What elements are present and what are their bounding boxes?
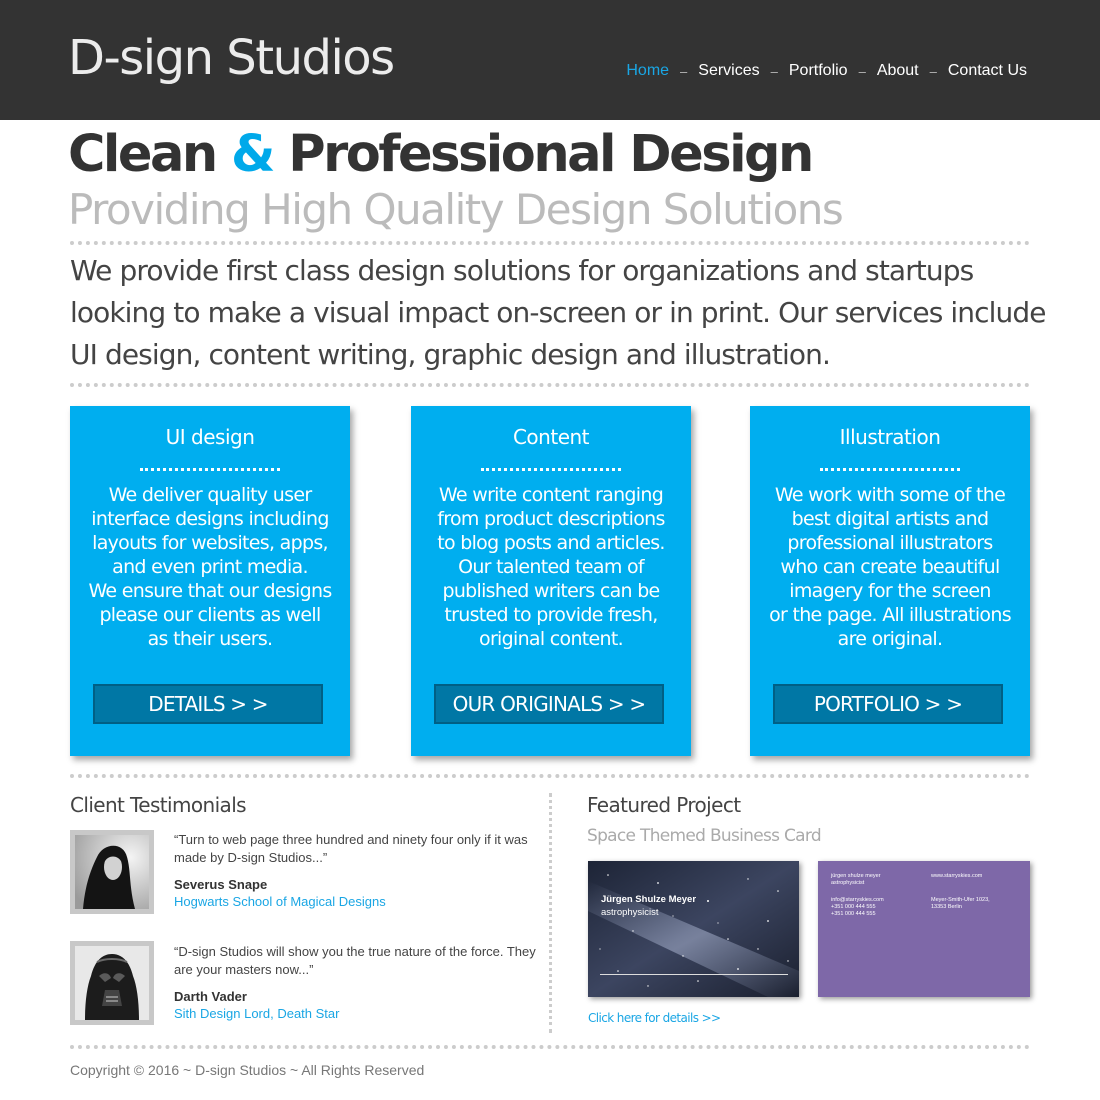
card-line: layouts for websites, apps, (92, 532, 328, 554)
card-line: best digital artists and (791, 508, 989, 530)
our-originals-button[interactable]: OUR ORIGINALS > > (434, 684, 664, 724)
nav-separator: – (858, 63, 866, 79)
card-back-role: astrophysicist (831, 880, 865, 886)
nav-separator: – (770, 63, 778, 79)
card-line: We work with some of the (774, 484, 1006, 506)
card-front-role: astrophysicist (601, 907, 659, 918)
featured-project-title: Featured Project (587, 793, 741, 817)
dotted-divider (70, 774, 1030, 778)
card-line: imagery for the screen (789, 580, 991, 602)
hero-title: Clean & Professional Design (68, 125, 814, 185)
card-description: We deliver quality user interface design… (82, 483, 338, 651)
card-front-name: Jürgen Shulze Meyer (601, 894, 697, 905)
card-line: We write content ranging (438, 484, 664, 506)
testimonial-author: Severus Snape (174, 877, 268, 892)
intro-text: We provide first class design solutions … (70, 250, 1050, 376)
business-card-back[interactable]: jürgen shulze meyer astrophysicist info@… (818, 861, 1030, 997)
testimonial-author: Darth Vader (174, 989, 247, 1004)
portfolio-button[interactable]: PORTFOLIO > > (773, 684, 1003, 724)
main-nav: Home – Services – Portfolio – About – Co… (626, 62, 1027, 80)
project-details-link[interactable]: Click here for details >> (588, 1011, 721, 1025)
card-back-name: jürgen shulze meyer (831, 873, 881, 879)
nav-separator: – (680, 63, 688, 79)
card-divider (820, 468, 960, 471)
nav-about[interactable]: About (877, 62, 919, 80)
card-back-address: Meyer-Smith-Ufer 1023, (931, 897, 990, 903)
dotted-divider (70, 241, 1030, 245)
card-title: Content (512, 425, 590, 449)
card-line: published writers can be (442, 580, 660, 602)
card-line: please our clients as well (99, 604, 321, 626)
hero-title-part2: Professional Design (288, 125, 814, 184)
card-line: We ensure that our designs (88, 580, 332, 602)
intro-line: UI design, content writing, graphic desi… (70, 338, 831, 371)
vertical-divider (549, 793, 552, 1033)
space-background-image (588, 861, 799, 997)
hero-title-ampersand: & (231, 125, 275, 184)
nav-services[interactable]: Services (698, 62, 759, 80)
intro-line: looking to make a visual impact on-scree… (70, 296, 1046, 329)
card-line: We deliver quality user (108, 484, 313, 506)
card-line: Our talented team of (458, 556, 645, 578)
card-line: are original. (837, 628, 943, 650)
card-title: Illustration (839, 425, 941, 449)
business-card-front[interactable]: Jürgen Shulze Meyer astrophysicist (588, 861, 799, 997)
quote-line: “D-sign Studios will show you the true n… (174, 944, 536, 959)
nav-portfolio[interactable]: Portfolio (789, 62, 848, 80)
portrait-image (75, 835, 149, 909)
card-back-phone: +351 000 444 555 (831, 904, 876, 910)
card-line: as their users. (147, 628, 273, 650)
featured-project-subtitle: Space Themed Business Card (587, 826, 822, 846)
card-back-phone: +351 000 444 555 (831, 911, 876, 917)
testimonial-org-link[interactable]: Hogwarts School of Magical Designs (174, 894, 386, 909)
card-line: and even print media. (112, 556, 308, 578)
testimonials-title: Client Testimonials (70, 793, 247, 817)
testimonial-quote: “Turn to web page three hundred and nine… (174, 831, 539, 867)
service-card-illustration: Illustration We work with some of the be… (750, 406, 1030, 756)
details-button[interactable]: DETAILS > > (93, 684, 323, 724)
nav-contact[interactable]: Contact Us (948, 62, 1027, 80)
nav-separator: – (929, 63, 937, 79)
card-line: trusted to provide fresh, (444, 604, 658, 626)
card-description: We work with some of the best digital ar… (762, 483, 1018, 651)
card-divider (481, 468, 621, 471)
card-line: or the page. All illustrations (769, 604, 1012, 626)
testimonial-org-link[interactable]: Sith Design Lord, Death Star (174, 1006, 339, 1021)
quote-line: made by D-sign Studios...” (174, 850, 328, 865)
card-line: original content. (479, 628, 624, 650)
testimonial-quote: “D-sign Studios will show you the true n… (174, 943, 539, 979)
intro-line: We provide first class design solutions … (70, 254, 974, 287)
card-back-email: info@starryskies.com (831, 897, 884, 903)
service-card-content: Content We write content ranging from pr… (411, 406, 691, 756)
card-line: interface designs including (91, 508, 329, 530)
site-header: D-sign Studios Home – Services – Portfol… (0, 0, 1100, 120)
site-logo[interactable]: D-sign Studios (68, 28, 395, 88)
dotted-divider (70, 383, 1030, 387)
card-divider (140, 468, 280, 471)
portrait-image (75, 946, 149, 1020)
card-back-address: 13353 Berlin (931, 904, 962, 910)
nav-home[interactable]: Home (626, 62, 669, 80)
quote-line: are your masters now...” (174, 962, 314, 977)
hero-subtitle: Providing High Quality Design Solutions (68, 185, 844, 234)
hero-title-part1: Clean (68, 125, 218, 184)
footer-copyright: Copyright © 2016 ~ D-sign Studios ~ All … (70, 1062, 425, 1078)
card-line: to blog posts and articles. (437, 532, 665, 554)
avatar-severus-snape (70, 830, 154, 914)
dotted-divider (70, 1045, 1030, 1049)
avatar-darth-vader (70, 941, 154, 1025)
card-description: We write content ranging from product de… (423, 483, 679, 651)
quote-line: “Turn to web page three hundred and nine… (174, 832, 528, 847)
card-back-website: www.starryskies.com (931, 873, 983, 879)
card-line: who can create beautiful (780, 556, 1000, 578)
card-line: professional illustrators (787, 532, 993, 554)
service-card-ui-design: UI design We deliver quality user interf… (70, 406, 350, 756)
card-line: from product descriptions (437, 508, 665, 530)
card-title: UI design (165, 425, 255, 449)
